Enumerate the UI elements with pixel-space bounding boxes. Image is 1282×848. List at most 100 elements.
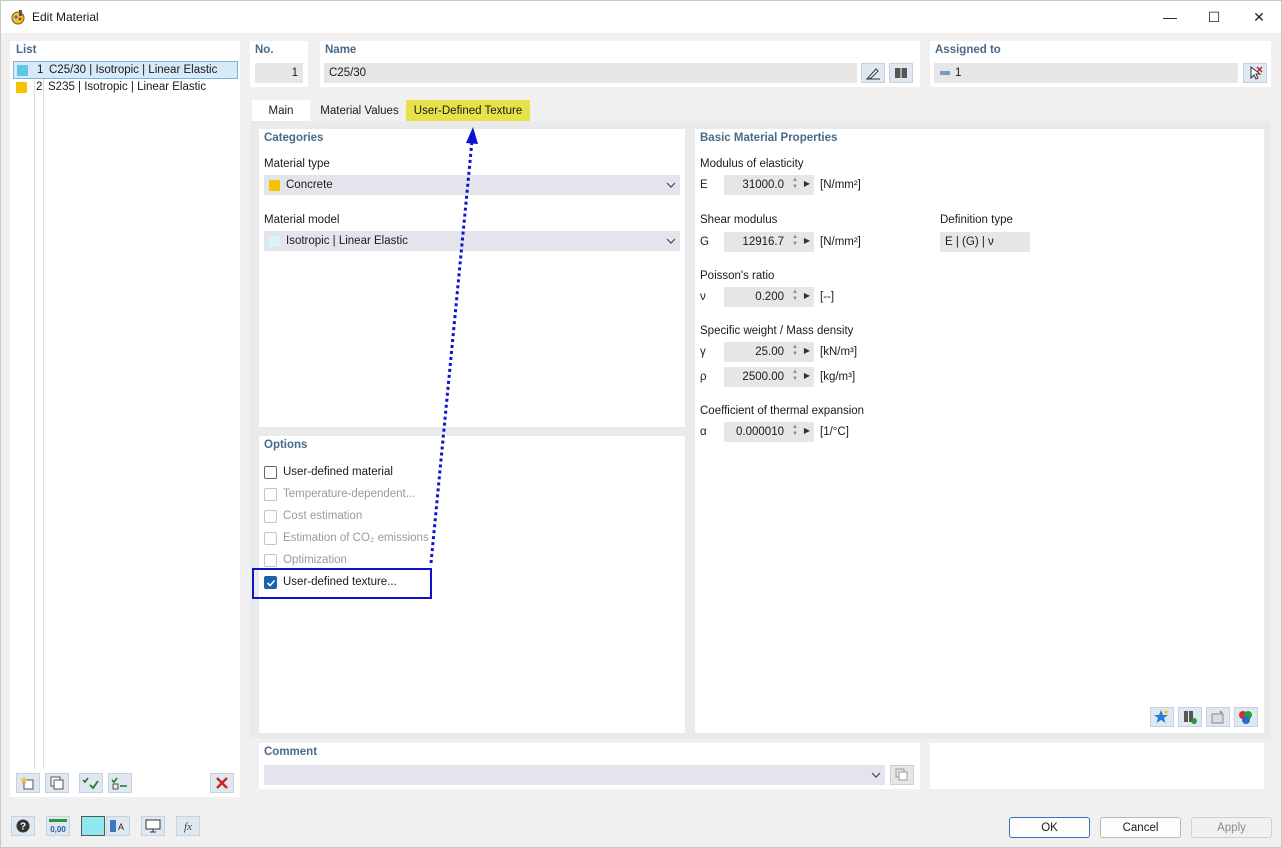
list-item-label: C25/30 | Isotropic | Linear Elastic [49,64,218,76]
nu-value: 0.200 [755,291,784,303]
assigned-value: 1 [955,67,962,79]
nu-value-field[interactable]: 0.200 ▲ ▼ ▶ [724,287,814,307]
cost-estimation-checkbox[interactable] [264,510,277,523]
svg-text:?: ? [20,822,26,833]
window-title: Edit Material [32,10,99,24]
alpha-unit: [1/°C] [820,426,849,438]
list-item-1[interactable]: 1 C25/30 | Isotropic | Linear Elastic [13,61,238,79]
add-favorite-button[interactable] [1150,707,1174,727]
color-button[interactable] [81,816,105,836]
rho-value-field[interactable]: 2500.00 ▲ ▼ ▶ [724,367,814,387]
apply-label: Apply [1217,821,1246,834]
material-type-value: Concrete [286,179,333,191]
name-label: Name [325,44,357,56]
concrete-swatch [269,179,280,191]
temperature-dependent-label: Temperature-dependent... [283,488,416,500]
gamma-unit: [kN/m³] [820,346,858,358]
material-info-button[interactable] [1234,707,1258,727]
text-format-button[interactable]: A [106,816,130,836]
copy-material-button[interactable] [45,773,69,793]
gamma-value-field[interactable]: 25.00 ▲ ▼ ▶ [724,342,814,362]
minimize-icon: — [1163,9,1177,25]
list-item-2[interactable]: 2 S235 | Isotropic | Linear Elastic [13,79,238,97]
pick-assignment-button[interactable] [1243,63,1267,83]
cost-estimation-label: Cost estimation [283,510,363,522]
user-defined-material-label: User-defined material [283,466,393,478]
tab-user-defined-texture[interactable]: User-Defined Texture [406,100,530,121]
cancel-button[interactable]: Cancel [1100,817,1181,838]
nu-unit: [--] [820,291,835,303]
edit-name-button[interactable] [861,63,885,83]
ok-button[interactable]: OK [1009,817,1090,838]
apply-button[interactable]: Apply [1191,817,1272,838]
alpha-symbol: α [700,426,707,438]
g-unit: [N/mm²] [820,236,861,248]
title-bar: Edit Material — ☐ ✕ [1,1,1281,33]
gamma-value: 25.00 [755,346,784,358]
temperature-dependent-checkbox[interactable] [264,488,277,501]
list-panel: List [10,41,240,797]
expand-arrow-icon: ▶ [803,371,810,380]
close-icon: ✕ [1253,8,1265,25]
copy-icon [895,768,908,781]
name-field[interactable]: C25/30 [324,63,857,83]
help-button[interactable]: ? [11,816,35,836]
formula-button[interactable]: fx [176,816,200,836]
list-item-label: S235 | Isotropic | Linear Elastic [48,81,207,93]
properties-title: Basic Material Properties [700,132,838,144]
spinner-icon: ▲ ▼ [792,289,798,302]
cancel-label: Cancel [1122,821,1159,834]
library-book-icon [895,68,907,78]
expand-arrow-icon: ▶ [803,346,810,355]
uncheck-icon [111,777,127,790]
export-icon [1211,710,1224,724]
tab-material-values[interactable]: Material Values [312,100,407,121]
tab-main[interactable]: Main [252,100,310,121]
g-value-field[interactable]: 12916.7 ▲ ▼ ▶ [724,232,814,252]
no-field: 1 [255,63,303,83]
view-button[interactable] [141,816,165,836]
expand-arrow-icon: ▶ [803,179,810,188]
check-all-icon [82,777,99,790]
modulus-title: Modulus of elasticity [700,158,804,170]
close-button[interactable]: ✕ [1236,1,1282,33]
expand-arrow-icon: ▶ [803,236,810,245]
spinner-icon: ▲ ▼ [792,369,798,382]
check-all-button[interactable] [79,773,103,793]
text-format-icon: A [110,820,124,832]
co2-estimation-checkbox[interactable] [264,532,277,545]
chevron-down-icon [871,772,881,778]
delete-material-button[interactable] [210,773,234,793]
optimization-checkbox[interactable] [264,554,277,567]
no-label: No. [255,44,274,56]
new-material-button[interactable] [16,773,40,793]
edit-pencil-icon [866,68,880,80]
alpha-value-field[interactable]: 0.000010 ▲ ▼ ▶ [724,422,814,442]
uncheck-all-button[interactable] [108,773,132,793]
comment-field[interactable] [264,765,885,785]
list-item-no: 2 [36,81,43,93]
minimize-button[interactable]: — [1147,1,1193,33]
user-defined-material-checkbox[interactable] [264,466,277,479]
color-swatch [16,82,27,93]
g-value: 12916.7 [742,236,784,248]
material-model-label: Material model [264,214,340,226]
shear-title: Shear modulus [700,214,778,226]
export-button[interactable] [1206,707,1230,727]
comment-copy-button[interactable] [890,765,914,785]
library-import-button[interactable] [1178,707,1202,727]
e-value: 31000.0 [742,179,784,191]
assigned-field[interactable]: 1 [934,63,1238,83]
maximize-button[interactable]: ☐ [1191,1,1237,33]
e-value-field[interactable]: 31000.0 ▲ ▼ ▶ [724,175,814,195]
copy-icon [50,776,64,790]
properties-panel: Basic Material Properties Modulus of ela… [695,129,1264,733]
alpha-value: 0.000010 [736,426,784,438]
ok-label: OK [1041,821,1058,834]
comment-title: Comment [264,746,318,758]
thermal-title: Coefficient of thermal expansion [700,405,865,417]
options-title: Options [264,439,308,451]
units-button[interactable]: 0,00 [46,816,70,836]
material-library-button[interactable] [889,63,913,83]
material-model-value: Isotropic | Linear Elastic [286,235,408,247]
